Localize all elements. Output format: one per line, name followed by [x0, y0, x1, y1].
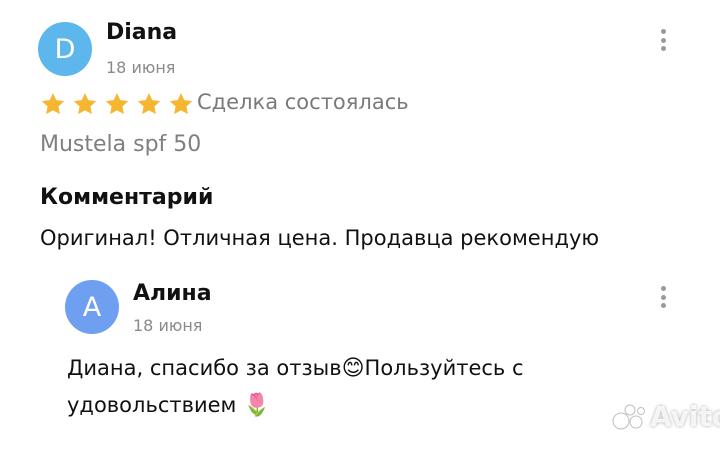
reply-date: 18 июня — [133, 316, 203, 335]
avito-watermark-text: Avito — [650, 400, 720, 433]
more-options-icon[interactable] — [653, 25, 673, 55]
reply-avatar[interactable]: А — [65, 280, 119, 334]
avito-logo-icon — [612, 404, 645, 429]
tulip-emoji-icon: 🌷 — [243, 393, 271, 418]
star-icon — [41, 92, 65, 115]
avito-watermark: Avito — [612, 400, 720, 433]
star-icon — [137, 92, 161, 115]
review-date: 18 июня — [106, 58, 176, 77]
product-name[interactable]: Mustela spf 50 — [40, 132, 201, 157]
reply-text-part1: Диана, спасибо за отзыв — [67, 356, 342, 380]
comment-text: Оригинал! Отличная цена. Продавца рекоме… — [40, 226, 600, 250]
star-icon — [169, 92, 193, 115]
reviewer-name[interactable]: Diana — [106, 20, 177, 45]
smile-emoji-icon: 😊 — [341, 356, 365, 381]
reply-text: Диана, спасибо за отзыв😊Пользуйтесь с уд… — [67, 350, 627, 424]
deal-status: Сделка состоялась — [197, 90, 409, 114]
comment-heading: Комментарий — [40, 185, 214, 210]
star-icon — [105, 92, 129, 115]
avatar[interactable]: D — [38, 22, 92, 76]
review-card: D Diana 18 июня Сделка состоялась Mustel… — [0, 0, 720, 449]
rating-stars — [40, 91, 194, 117]
reply-more-options-icon[interactable] — [653, 282, 673, 312]
reply-author-name[interactable]: Алина — [133, 281, 212, 306]
star-icon — [73, 92, 97, 115]
